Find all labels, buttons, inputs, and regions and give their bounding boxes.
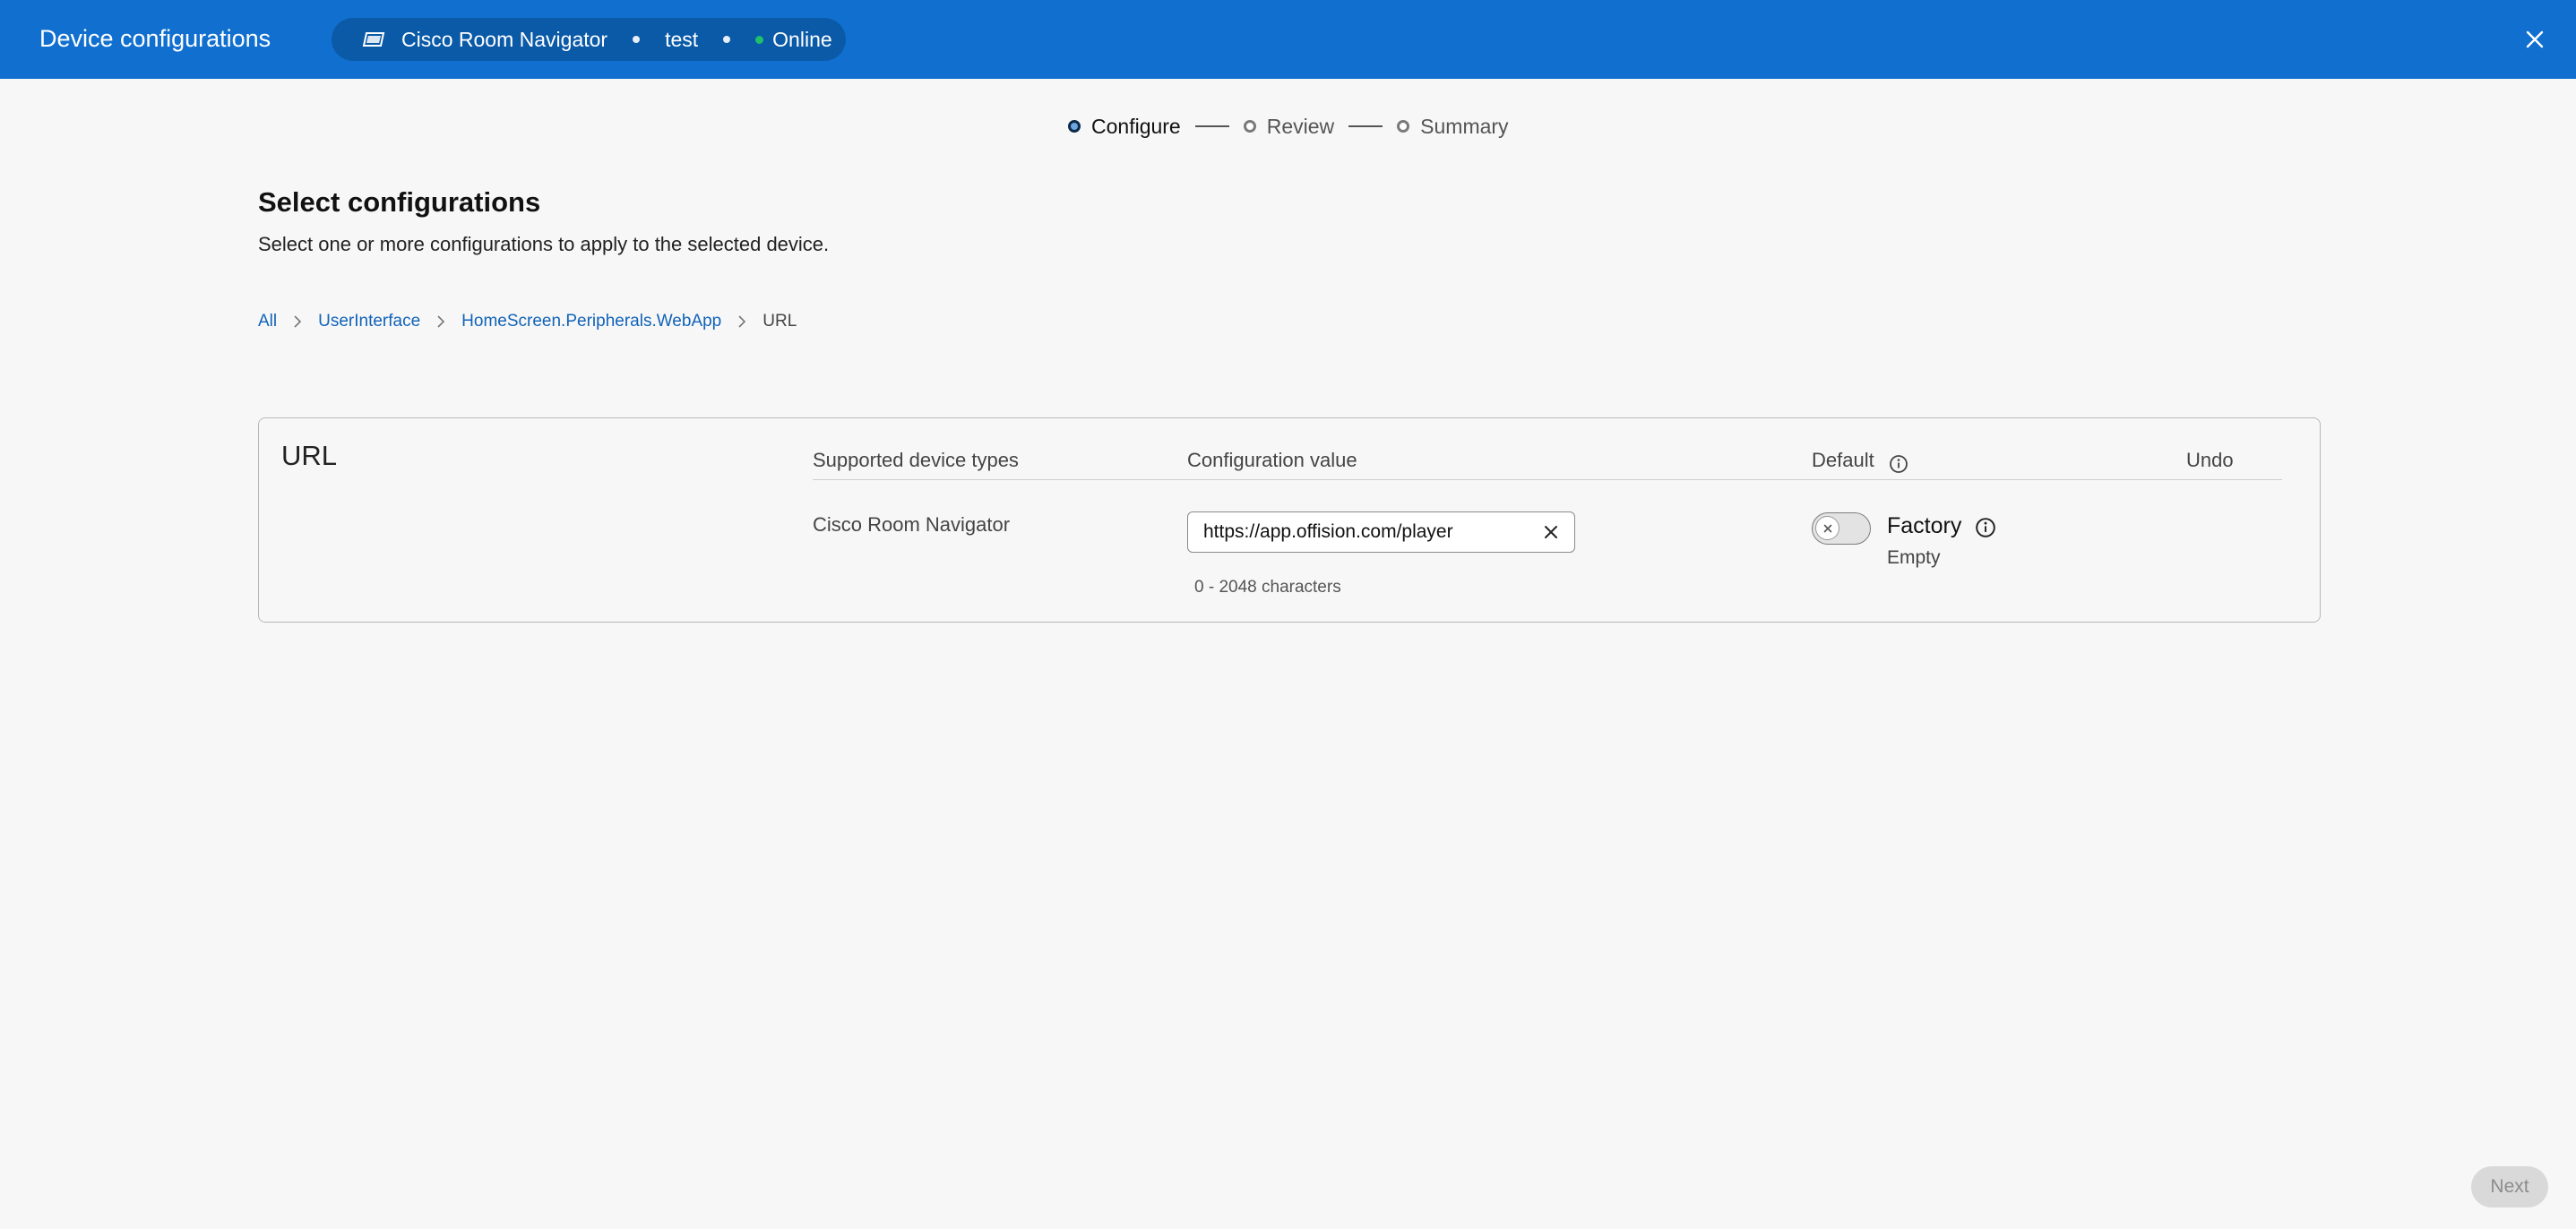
- separator-dot: [723, 36, 731, 43]
- url-input[interactable]: [1203, 521, 1526, 543]
- default-source-label: Factory: [1887, 513, 1962, 538]
- step-configure: Configure: [1068, 115, 1181, 139]
- chevron-right-icon: [436, 314, 445, 329]
- chevron-right-icon: [293, 314, 302, 329]
- step-label: Review: [1266, 114, 1335, 138]
- breadcrumb-userinterface[interactable]: UserInterface: [318, 312, 420, 331]
- url-value-field[interactable]: [1187, 511, 1575, 553]
- config-card: URL Supported device types Configuration…: [258, 417, 2321, 623]
- step-review: Review: [1243, 114, 1335, 139]
- next-button[interactable]: Next: [2471, 1166, 2548, 1208]
- page-title: Select configurations: [258, 186, 541, 218]
- info-icon[interactable]: [1889, 454, 1908, 478]
- device-type-cell: Cisco Room Navigator: [813, 513, 1011, 536]
- step-indicator-icon: [1243, 120, 1256, 133]
- step-label: Configure: [1091, 114, 1181, 138]
- breadcrumb-all[interactable]: All: [258, 312, 277, 331]
- step-indicator-icon: [1397, 120, 1410, 133]
- breadcrumb-url: URL: [762, 312, 797, 331]
- default-value-label: Empty: [1887, 547, 1941, 568]
- default-toggle[interactable]: [1812, 512, 1871, 545]
- breadcrumb: All UserInterface HomeScreen.Peripherals…: [258, 312, 797, 331]
- info-icon[interactable]: [1975, 517, 1996, 543]
- column-header-device-types: Supported device types: [813, 449, 1019, 471]
- config-title: URL: [281, 440, 338, 471]
- workspace-name: test: [665, 27, 699, 51]
- column-header-undo: Undo: [2186, 449, 2234, 471]
- close-icon[interactable]: [2520, 25, 2549, 54]
- chevron-right-icon: [737, 314, 746, 329]
- device-status: Online: [772, 27, 832, 51]
- step-connector: [1194, 125, 1229, 127]
- device-name: Cisco Room Navigator: [401, 27, 608, 51]
- step-connector: [1348, 125, 1383, 127]
- breadcrumb-webapp[interactable]: HomeScreen.Peripherals.WebApp: [461, 312, 721, 331]
- clear-icon[interactable]: [1542, 523, 1560, 541]
- online-status-dot: [755, 35, 764, 44]
- page-subtitle: Select one or more configurations to app…: [258, 233, 830, 255]
- step-summary: Summary: [1397, 114, 1509, 139]
- separator-dot: [633, 36, 641, 43]
- column-header-config-value: Configuration value: [1187, 449, 1357, 471]
- top-bar: Device configurations Cisco Room Navigat…: [0, 0, 2576, 79]
- step-label: Summary: [1420, 114, 1509, 138]
- device-pill: Cisco Room Navigator test Online: [332, 18, 846, 61]
- column-header-default: Default: [1812, 449, 1874, 471]
- divider: [813, 479, 2282, 480]
- step-indicator-icon: [1068, 120, 1081, 133]
- character-limit-hint: 0 - 2048 characters: [1194, 578, 1341, 597]
- wizard-stepper: Configure Review Summary: [1068, 113, 1509, 140]
- toggle-off-icon: [1815, 516, 1839, 540]
- tablet-icon: [362, 31, 385, 47]
- app-title: Device configurations: [39, 25, 271, 52]
